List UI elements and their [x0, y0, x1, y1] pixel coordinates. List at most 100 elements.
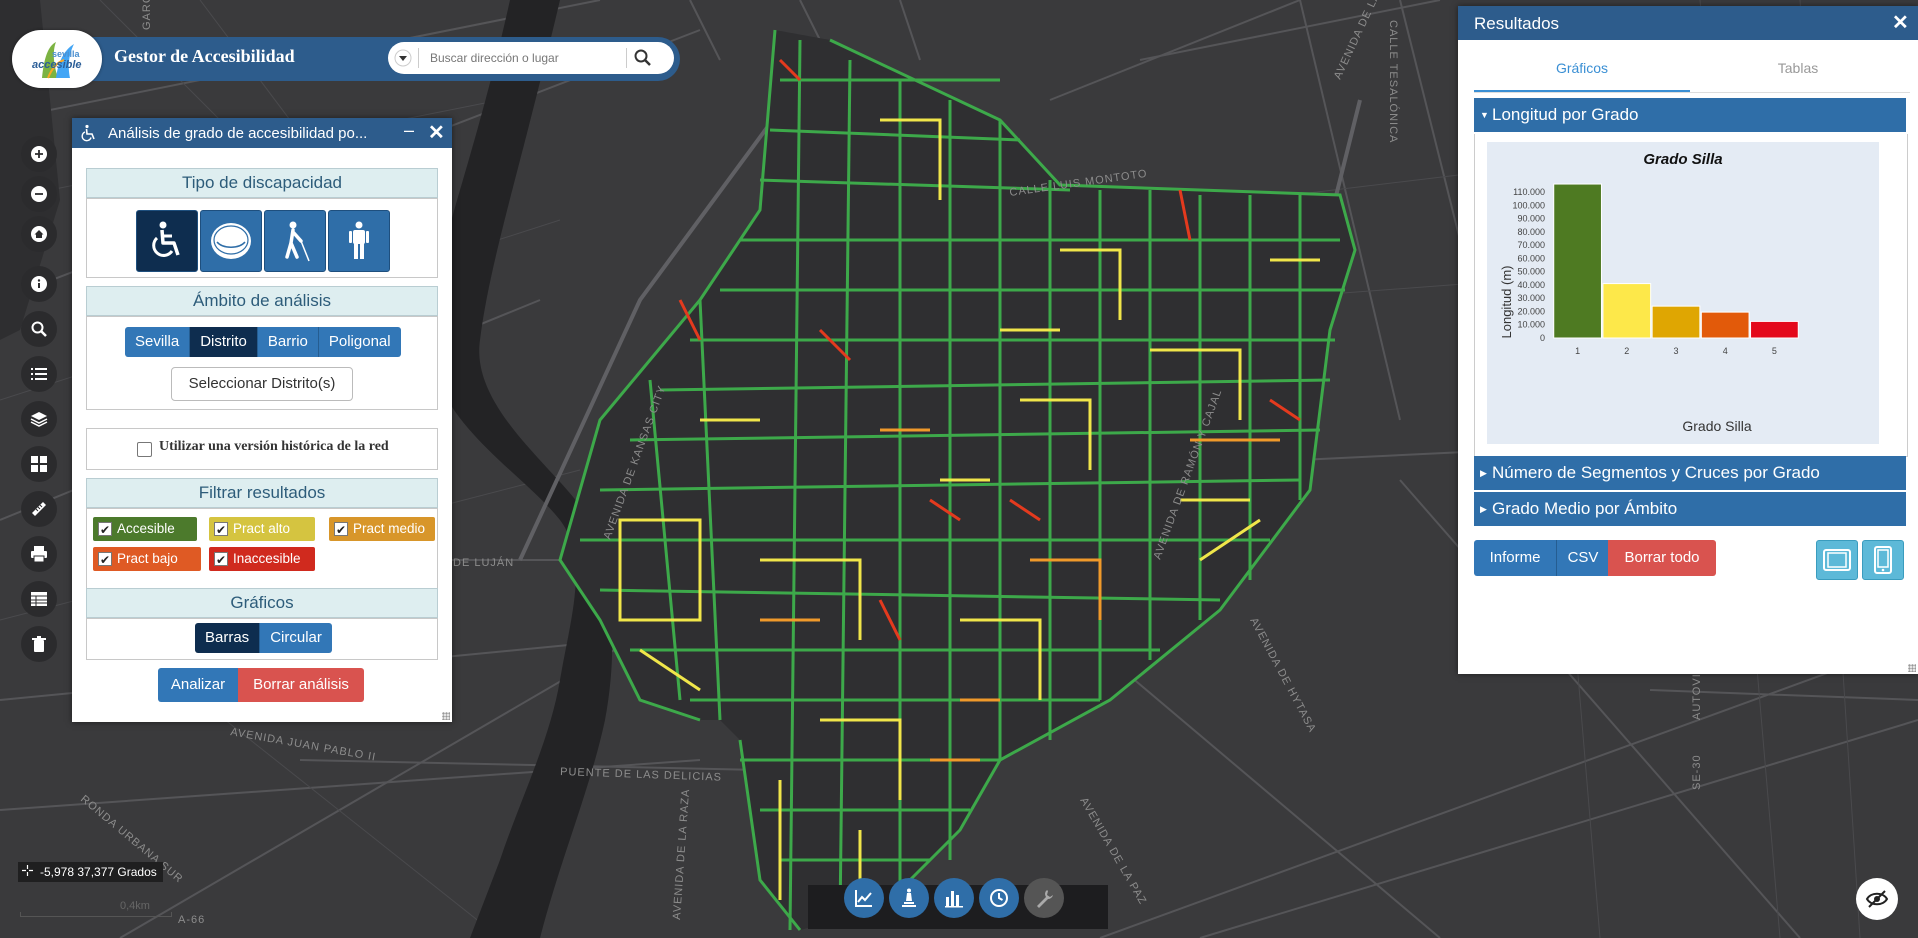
trash-icon: [32, 636, 46, 652]
bar[interactable]: [1651, 305, 1701, 339]
wrench-icon: [1037, 890, 1053, 908]
map-label: DE LUJÁN: [453, 556, 514, 569]
resize-handle[interactable]: [442, 712, 450, 720]
section-label: Longitud por Grado: [1492, 105, 1639, 124]
coordinates-display: -5,978 37,377 Grados: [18, 862, 163, 882]
table-icon: [31, 592, 47, 606]
disability-wheelchair-button[interactable]: [136, 210, 198, 272]
wheelchair-icon: [81, 124, 95, 142]
delete-button[interactable]: [21, 626, 57, 662]
zoom-in-button[interactable]: [21, 136, 57, 172]
zoom-in-icon: [31, 146, 47, 162]
csv-button[interactable]: CSV: [1556, 540, 1609, 576]
disability-blind-button[interactable]: [264, 210, 326, 272]
bar[interactable]: [1750, 320, 1799, 339]
scope-option-distrito[interactable]: Distrito: [190, 327, 258, 357]
report-button[interactable]: Informe: [1474, 540, 1556, 576]
layers-icon: [30, 412, 48, 427]
print-button[interactable]: [21, 536, 57, 572]
filter-pract-bajo[interactable]: Pract bajo: [93, 547, 201, 572]
bar[interactable]: [1602, 283, 1652, 339]
dropdown-caret-icon[interactable]: [394, 49, 412, 67]
resize-handle[interactable]: [1908, 664, 1916, 672]
phone-view-button[interactable]: [1862, 540, 1904, 580]
map-label: GARCIA: [141, 0, 153, 30]
scope-option-sevilla[interactable]: Sevilla: [125, 327, 191, 357]
historic-checkbox[interactable]: [137, 442, 152, 457]
disability-stroller-button[interactable]: [200, 210, 262, 272]
close-button[interactable]: ✕: [1892, 10, 1909, 35]
y-tick-label: 40.000: [1517, 280, 1545, 290]
y-tick-label: 20.000: [1517, 306, 1545, 316]
blind-person-icon: [285, 221, 310, 262]
results-panel: Resultados ✕ Gráficos Tablas ▼ Longitud …: [1458, 6, 1918, 674]
info-button[interactable]: [21, 266, 57, 302]
close-button[interactable]: ✕: [428, 120, 445, 145]
y-tick-label: 70.000: [1517, 240, 1545, 250]
filter-pract-medio[interactable]: Pract medio: [329, 517, 435, 542]
minimize-button[interactable]: –: [404, 120, 414, 141]
history-button[interactable]: [979, 878, 1019, 918]
select-district-button[interactable]: Seleccionar Distrito(s): [171, 367, 353, 401]
logo-text-top: sevilla: [52, 49, 80, 59]
bar[interactable]: [1553, 183, 1602, 339]
section-grado-medio[interactable]: ▶ Grado Medio por Ámbito: [1474, 492, 1906, 526]
clock-icon: [990, 889, 1008, 907]
y-tick-label: 0: [1540, 333, 1545, 343]
results-panel-header[interactable]: Resultados ✕: [1458, 6, 1918, 40]
tools-button[interactable]: [1024, 878, 1064, 918]
clear-all-button[interactable]: Borrar todo: [1608, 540, 1716, 576]
app-logo[interactable]: sevilla accesible: [12, 30, 102, 88]
search-icon[interactable]: [633, 48, 653, 68]
charts-section: Barras Circular: [86, 618, 438, 660]
app-title: Gestor de Accesibilidad: [114, 46, 295, 66]
analysis-panel-header[interactable]: Análisis de grado de accesibilidad po...…: [72, 118, 452, 148]
checkbox-checked-icon: [214, 548, 228, 572]
chart-option-barras[interactable]: Barras: [195, 623, 261, 653]
home-button[interactable]: [21, 216, 57, 252]
section-numero-segmentos[interactable]: ▶ Número de Segmentos y Cruces por Grado: [1474, 456, 1906, 490]
filter-accesible[interactable]: Accesible: [93, 517, 197, 542]
search-tool-button[interactable]: [21, 311, 57, 347]
scope-option-barrio[interactable]: Barrio: [257, 327, 319, 357]
x-tick-label: 2: [1624, 346, 1629, 356]
phone-icon: [1874, 546, 1892, 574]
monument-button[interactable]: [889, 878, 929, 918]
grid-icon: [31, 456, 47, 472]
filter-header: Filtrar resultados: [86, 478, 438, 508]
print-icon: [31, 546, 47, 563]
section-label: Grado Medio por Ámbito: [1492, 499, 1678, 518]
bar[interactable]: [1700, 311, 1750, 339]
filter-inaccesible[interactable]: Inaccesible: [209, 547, 315, 572]
scope-option-poligonal[interactable]: Poligonal: [318, 327, 401, 357]
disability-standing-button[interactable]: [328, 210, 390, 272]
x-tick-label: 1: [1575, 346, 1580, 356]
search-divider: [418, 48, 419, 68]
chart-option-circular[interactable]: Circular: [260, 623, 332, 653]
tab-tablas[interactable]: Tablas: [1690, 60, 1906, 76]
grid-button[interactable]: [21, 446, 57, 482]
section-longitud-por-grado[interactable]: ▼ Longitud por Grado: [1474, 98, 1906, 132]
hide-panels-button[interactable]: [1856, 878, 1898, 920]
filter-pract-alto[interactable]: Pract alto: [209, 517, 315, 542]
bar-chart-icon: [945, 891, 963, 908]
list-button[interactable]: [21, 356, 57, 392]
chart-title: Grado Silla: [1643, 151, 1722, 168]
table-button[interactable]: [21, 581, 57, 617]
bar-chart-button[interactable]: [934, 878, 974, 918]
analyze-button[interactable]: Analizar: [158, 668, 238, 702]
analysis-panel-title: Análisis de grado de accesibilidad po...: [108, 125, 368, 142]
layers-button[interactable]: [21, 401, 57, 437]
line-chart-button[interactable]: [844, 878, 884, 918]
zoom-out-button[interactable]: [21, 176, 57, 212]
measure-button[interactable]: [21, 491, 57, 527]
y-tick-label: 60.000: [1517, 253, 1545, 263]
checkbox-checked-icon: [98, 548, 112, 572]
tab-divider: [1474, 92, 1910, 93]
map-label: CALLE TESALÓNICA: [1387, 20, 1400, 143]
tab-graficos[interactable]: Gráficos: [1474, 60, 1690, 76]
clear-analysis-button[interactable]: Borrar análisis: [238, 668, 364, 702]
tablet-view-button[interactable]: [1816, 540, 1858, 580]
search-input[interactable]: [428, 46, 632, 70]
search-icon: [31, 321, 47, 337]
